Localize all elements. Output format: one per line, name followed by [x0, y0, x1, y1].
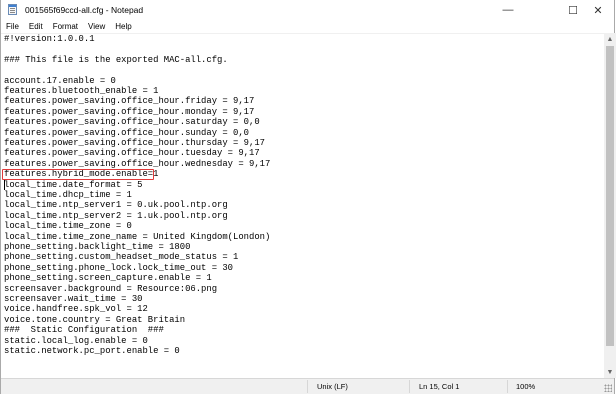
editor-line: local_time.date_format = 5 [4, 179, 143, 190]
editor-line: phone_setting.screen_capture.enable = 1 [4, 273, 212, 284]
minimize-button[interactable]: — [486, 0, 530, 20]
scrollbar-thumb[interactable] [606, 46, 614, 346]
status-divider [409, 380, 410, 393]
editor-line: local_time.ntp_server2 = 1.uk.pool.ntp.o… [4, 210, 228, 221]
notepad-icon [7, 4, 19, 16]
editor-line: account.17.enable = 0 [4, 75, 116, 86]
scroll-up-arrow-icon[interactable]: ▲ [604, 33, 616, 45]
editor-line: local_time.time_zone_name = United Kingd… [4, 231, 271, 242]
editor-line: features.bluetooth_enable = 1 [4, 86, 159, 96]
menu-format[interactable]: Format [48, 22, 83, 31]
editor-line: features.power_saving.office_hour.thursd… [4, 138, 265, 148]
editor-line: features.power_saving.office_hour.saturd… [4, 117, 260, 128]
editor-line: static.network.pc_port.enable = 0 [4, 346, 180, 356]
editor-line: ### Static Configuration ### [4, 325, 164, 336]
editor-line: voice.handfree.spk_vol = 12 [4, 304, 148, 315]
editor-line: phone_setting.backlight_time = 1800 [4, 242, 191, 252]
close-button[interactable]: ✕ [576, 0, 616, 20]
editor-line: local_time.time_zone = 0 [4, 221, 132, 232]
editor-line: screensaver.background = Resource:06.png [4, 283, 218, 294]
title-bar[interactable]: 001565f69ccd-all.cfg - Notepad — ☐ ✕ [1, 0, 614, 20]
menu-edit[interactable]: Edit [24, 22, 48, 31]
resize-grip-icon[interactable] [604, 384, 612, 392]
menu-file[interactable]: File [1, 22, 24, 31]
editor-line: #!version:1.0.0.1 [4, 34, 95, 44]
menu-bar: File Edit Format View Help [1, 19, 614, 33]
editor-line: screensaver.wait_time = 30 [4, 294, 143, 304]
scroll-down-arrow-icon[interactable]: ▼ [604, 366, 616, 378]
status-divider [507, 380, 508, 393]
vertical-scrollbar[interactable]: ▲ ▼ [604, 33, 616, 378]
menu-view[interactable]: View [83, 22, 110, 31]
editor-line: features.power_saving.office_hour.wednes… [4, 158, 271, 169]
editor-line: phone_setting.custom_headset_mode_status… [4, 252, 239, 263]
editor-line: features.power_saving.office_hour.monday… [4, 106, 255, 117]
editor-line: static.local_log.enable = 0 [4, 335, 148, 346]
text-editor[interactable]: #!version:1.0.0.1 ### This file is the e… [1, 33, 604, 379]
editor-line: phone_setting.phone_lock.lock_time_out =… [4, 262, 234, 273]
editor-line: features.power_saving.office_hour.friday… [4, 96, 255, 107]
notepad-window: 001565f69ccd-all.cfg - Notepad — ☐ ✕ Fil… [0, 0, 616, 394]
text-caret [4, 179, 5, 190]
editor-line: local_time.dhcp_time = 1 [4, 190, 132, 200]
status-zoom: 100% [516, 382, 536, 391]
editor-line: features.power_saving.office_hour.tuesda… [4, 148, 260, 159]
editor-line: features.power_saving.office_hour.sunday… [4, 127, 249, 138]
status-line-ending: Unix (LF) [317, 382, 348, 391]
editor-line: voice.tone.country = Great Britain [4, 314, 186, 325]
status-cursor-position: Ln 15, Col 1 [419, 382, 460, 391]
editor-line: local_time.ntp_server1 = 0.uk.pool.ntp.o… [4, 200, 228, 211]
editor-line: ### This file is the exported MAC-all.cf… [4, 54, 228, 65]
status-divider [307, 380, 308, 393]
status-bar: Unix (LF) Ln 15, Col 1 100% [1, 378, 614, 394]
menu-help[interactable]: Help [110, 22, 136, 31]
window-title: 001565f69ccd-all.cfg - Notepad [25, 5, 144, 15]
red-highlight-box [2, 168, 154, 180]
